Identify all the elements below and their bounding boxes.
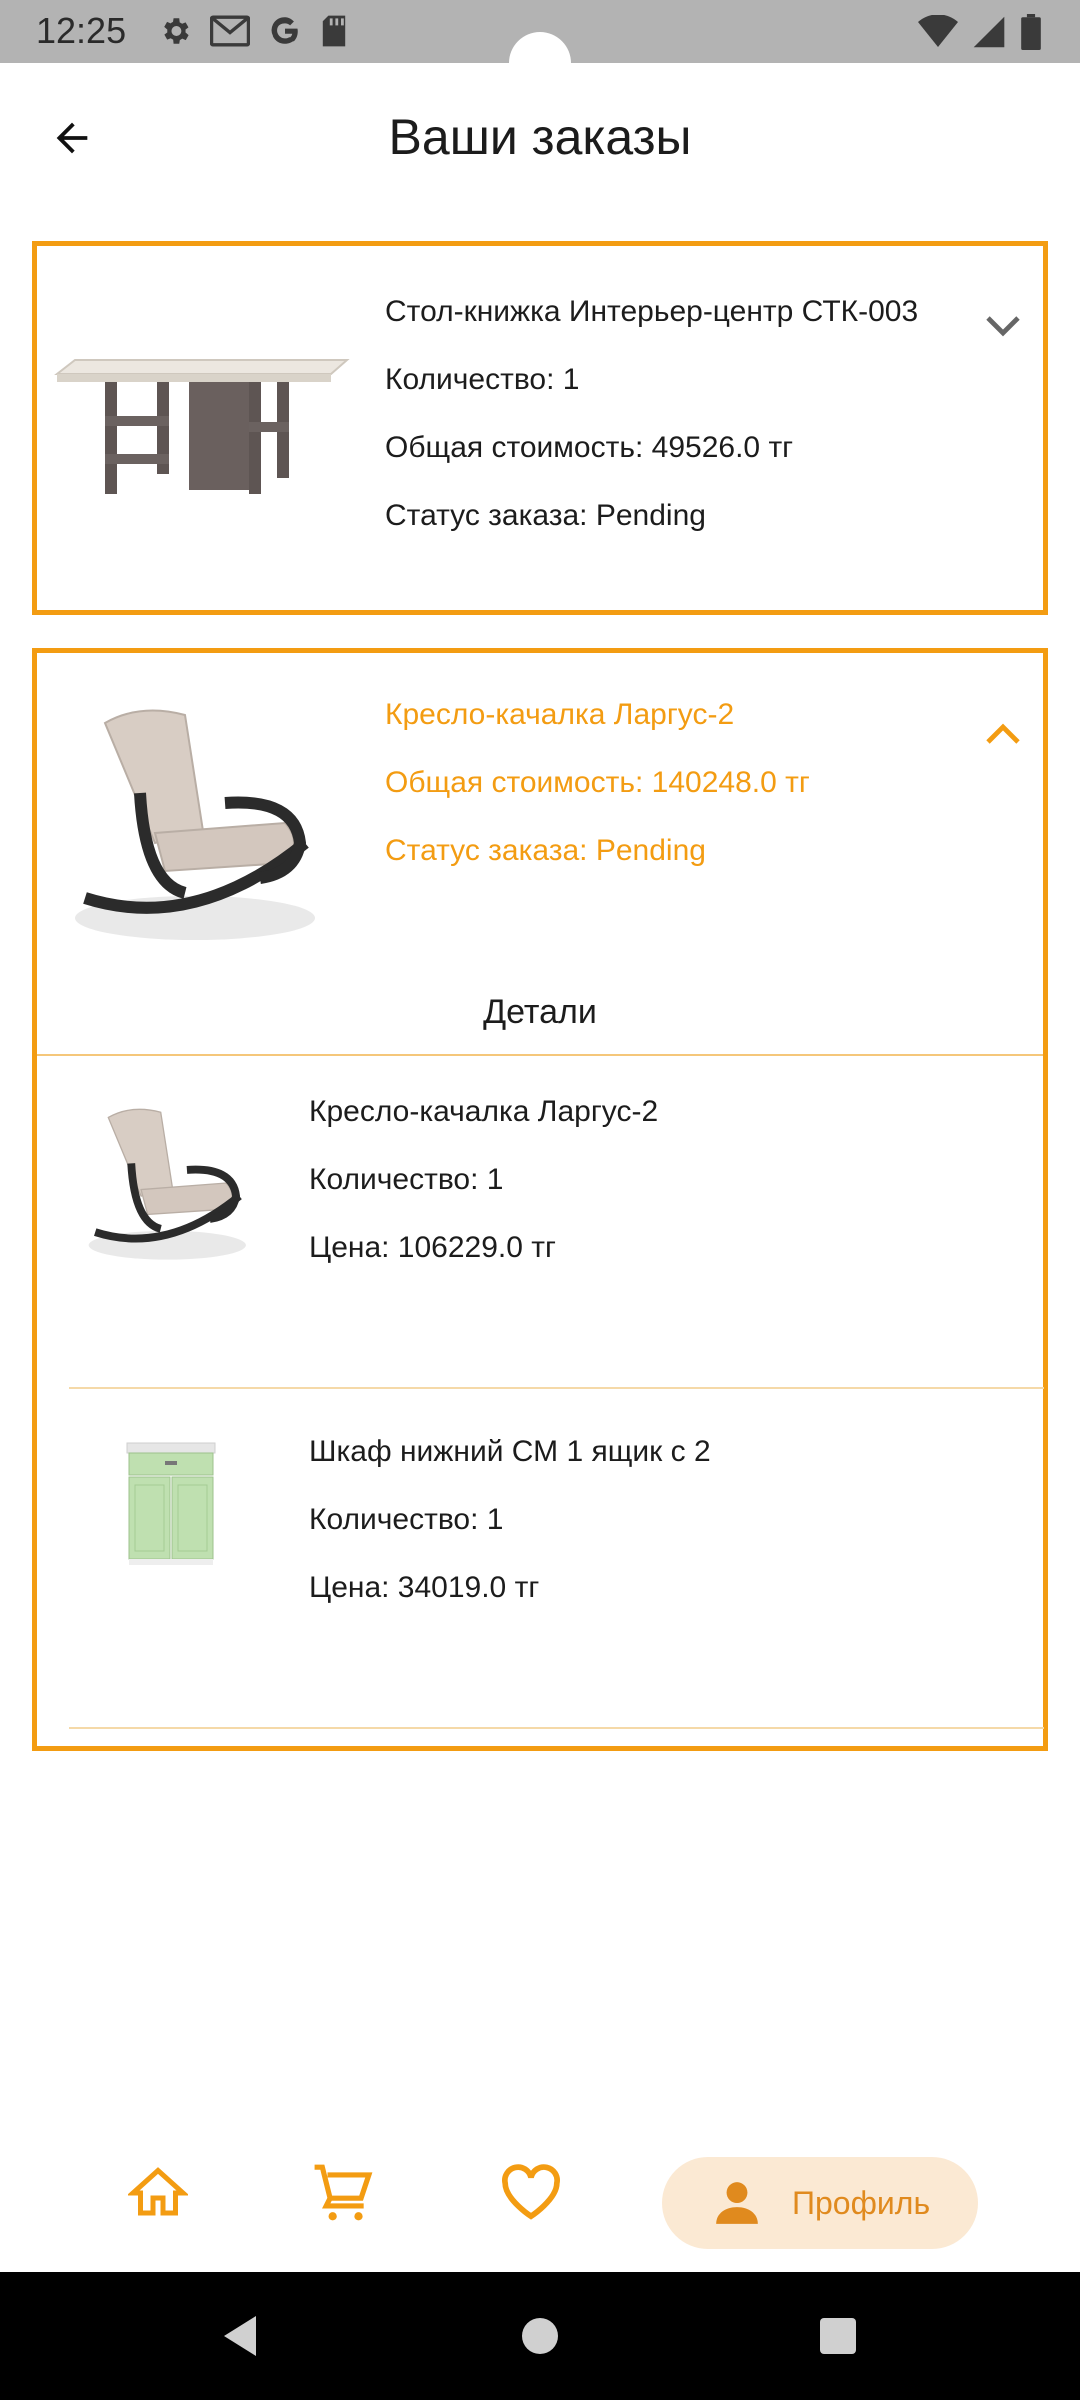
- google-icon: [271, 17, 298, 44]
- item-name: Кресло-качалка Ларгус-2: [309, 1095, 659, 1128]
- person-icon: [716, 2182, 758, 2224]
- order-status: Статус заказа: Pending: [385, 499, 706, 532]
- heart-icon: [502, 2164, 560, 2220]
- item-divider: [69, 1387, 1044, 1389]
- item-name: Шкаф нижний СМ 1 ящик с 2: [309, 1435, 711, 1468]
- product-image-rocking-chair: [75, 709, 315, 940]
- detail-item[interactable]: Шкаф нижний СМ 1 ящик с 2 Количество: 1 …: [69, 1433, 1044, 1733]
- status-time: 12:25: [36, 10, 127, 51]
- item-info: Шкаф нижний СМ 1 ящик с 2 Количество: 1 …: [309, 1433, 789, 1637]
- circle-home-icon: [522, 2318, 558, 2354]
- status-system-icons: [918, 14, 1042, 50]
- product-image-folding-table: [54, 359, 350, 494]
- details-title: Детали: [483, 993, 597, 1031]
- item-quantity: Количество: 1: [309, 1503, 504, 1536]
- order-total: Общая стоимость: 140248.0 тг: [385, 766, 810, 799]
- signal-icon: [973, 16, 1005, 48]
- details-divider: [37, 1054, 1043, 1056]
- page-title: Ваши заказы: [388, 109, 692, 165]
- detail-item[interactable]: Кресло-качалка Ларгус-2 Количество: 1 Це…: [69, 1093, 1044, 1393]
- battery-icon: [1021, 14, 1041, 50]
- order-card-expanded[interactable]: Кресло-качалка Ларгус-2 Общая стоимость:…: [32, 648, 1048, 1751]
- chevron-down-icon: [986, 316, 1020, 337]
- nav-cart-button[interactable]: [298, 2148, 388, 2238]
- expand-toggle[interactable]: [973, 297, 1033, 357]
- item-info: Кресло-качалка Ларгус-2 Количество: 1 Це…: [309, 1093, 789, 1297]
- item-image-cabinet: [126, 1442, 216, 1565]
- gmail-icon: [210, 15, 250, 47]
- nav-home-button[interactable]: [113, 2148, 203, 2238]
- order-quantity: Количество: 1: [385, 363, 580, 396]
- home-icon: [128, 2167, 188, 2216]
- item-image-rocking-chair: [88, 1108, 246, 1260]
- collapse-toggle[interactable]: [973, 703, 1033, 763]
- system-back-button[interactable]: [210, 2306, 270, 2366]
- bottom-navigation: Профиль: [0, 2130, 1080, 2270]
- nav-profile-label: Профиль: [792, 2184, 931, 2221]
- item-divider: [69, 1727, 1044, 1729]
- square-recents-icon: [820, 2318, 856, 2354]
- nav-profile-button[interactable]: Профиль: [662, 2157, 978, 2249]
- order-name: Стол-книжка Интерьер-центр СТК-003: [385, 295, 919, 328]
- order-total: Общая стоимость: 49526.0 тг: [385, 431, 794, 464]
- order-info: Кресло-качалка Ларгус-2 Общая стоимость:…: [385, 697, 945, 901]
- status-notification-icons: [158, 14, 348, 48]
- order-status: Статус заказа: Pending: [385, 834, 706, 867]
- system-recents-button[interactable]: [808, 2306, 868, 2366]
- chevron-up-icon: [986, 723, 1020, 744]
- sd-card-icon: [322, 15, 346, 47]
- wifi-icon: [918, 15, 958, 47]
- order-info: Стол-книжка Интерьер-центр СТК-003 Колич…: [385, 294, 945, 566]
- system-home-button[interactable]: [510, 2306, 570, 2366]
- nav-favorites-button[interactable]: [486, 2148, 576, 2238]
- item-quantity: Количество: 1: [309, 1163, 504, 1196]
- order-card[interactable]: Стол-книжка Интерьер-центр СТК-003 Колич…: [32, 241, 1048, 615]
- camera-cutout: [509, 32, 571, 94]
- order-name: Кресло-качалка Ларгус-2: [385, 698, 735, 731]
- triangle-back-icon: [224, 2316, 256, 2356]
- system-navigation-bar: [0, 2272, 1080, 2400]
- gear-icon: [164, 18, 189, 44]
- cart-icon: [314, 2164, 373, 2221]
- item-price: Цена: 106229.0 тг: [309, 1231, 556, 1264]
- item-price: Цена: 34019.0 тг: [309, 1571, 540, 1604]
